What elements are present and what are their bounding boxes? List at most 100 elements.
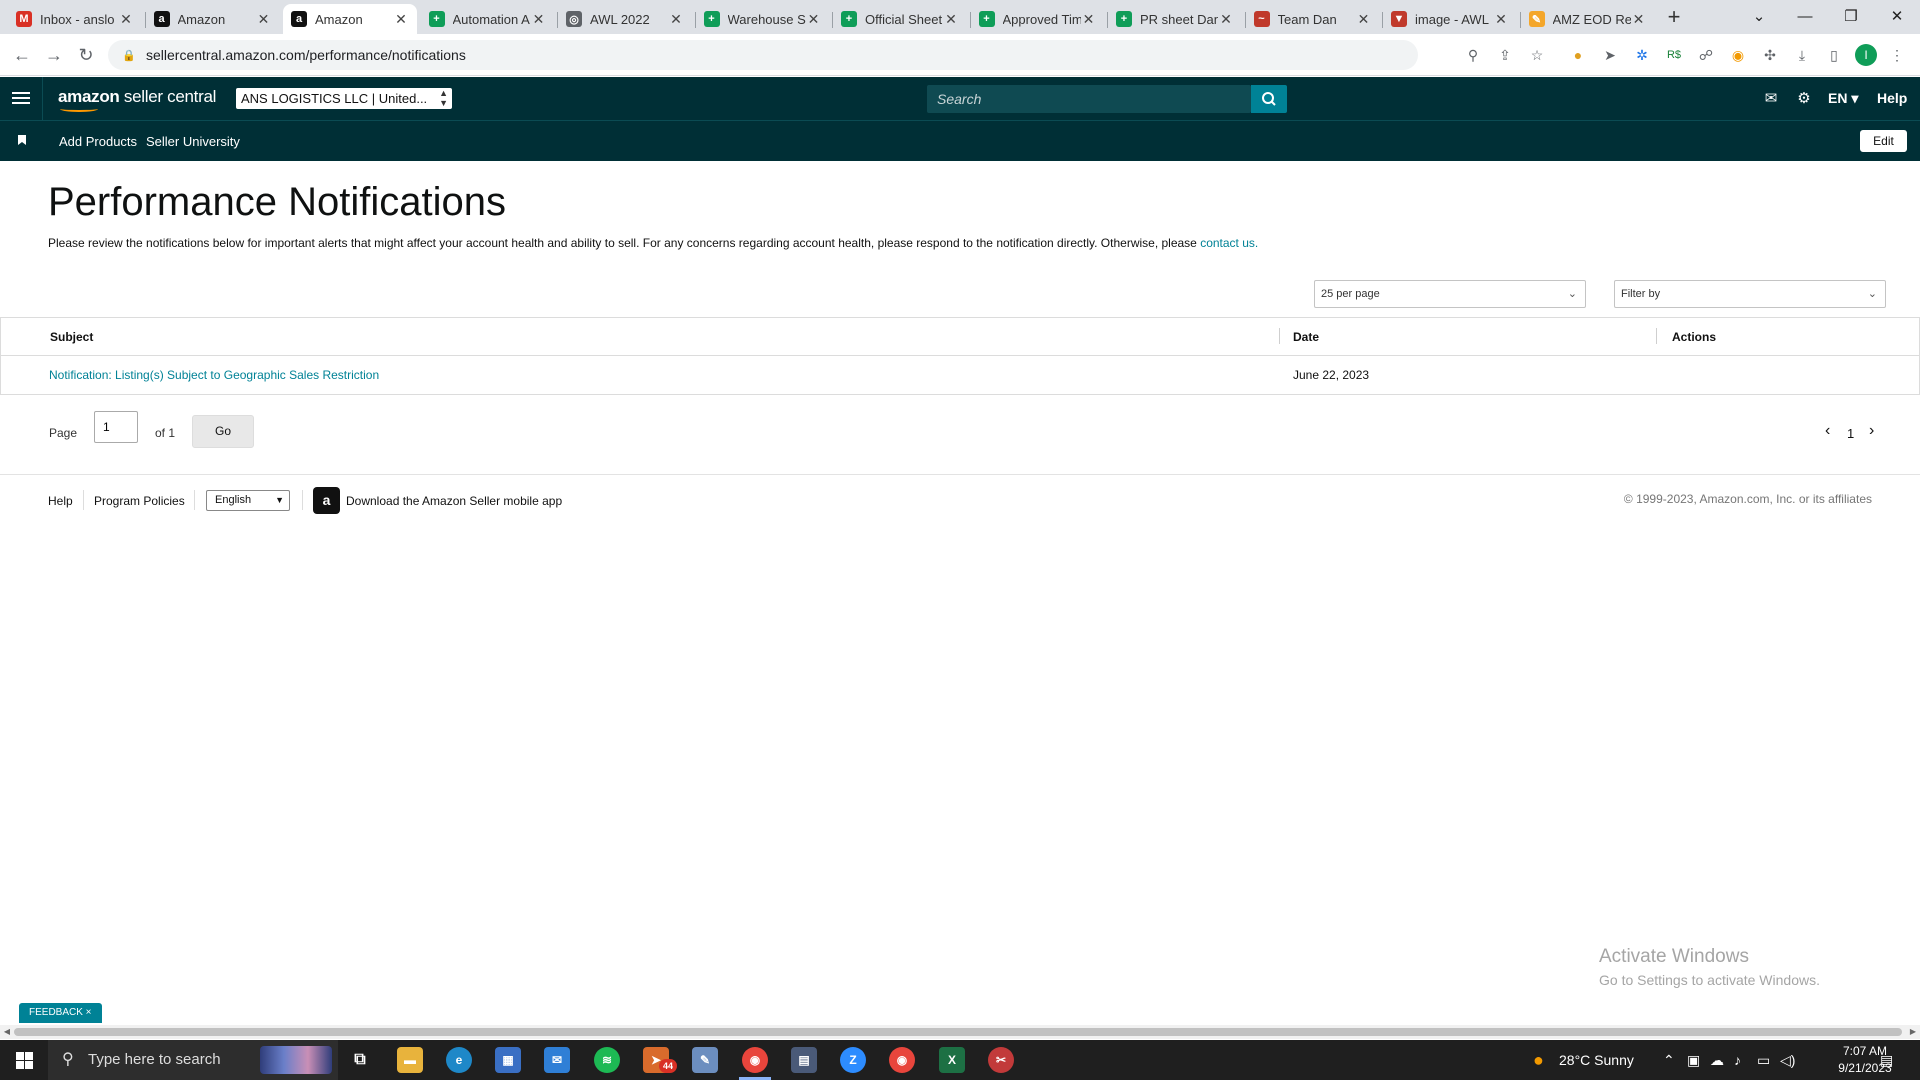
previous-page-icon[interactable]: ‹ bbox=[1825, 422, 1830, 440]
extension-honey-icon[interactable]: ● bbox=[1567, 44, 1589, 66]
close-tab-icon[interactable]: ✕ bbox=[1493, 11, 1509, 28]
edge-browser-icon[interactable]: e bbox=[446, 1047, 472, 1073]
excel-icon[interactable]: X bbox=[939, 1047, 965, 1073]
notes-app-icon[interactable]: ✎ bbox=[692, 1047, 718, 1073]
contact-us-link[interactable]: contact us. bbox=[1200, 236, 1258, 250]
volume-icon[interactable]: ◁) bbox=[1780, 1040, 1795, 1080]
browser-tab[interactable]: ~ Team Dan ✕ bbox=[1246, 4, 1380, 34]
device-icon[interactable]: ▣ bbox=[1687, 1040, 1700, 1080]
weather-text[interactable]: 28°C Sunny bbox=[1559, 1040, 1634, 1080]
download-app-link[interactable]: Download the Amazon Seller mobile app bbox=[346, 494, 562, 508]
new-tab-button[interactable]: + bbox=[1662, 6, 1686, 30]
footer-help-link[interactable]: Help bbox=[48, 494, 73, 508]
help-link[interactable]: Help bbox=[1877, 90, 1907, 106]
microphone-icon[interactable]: ♪ bbox=[1734, 1040, 1741, 1080]
search-button[interactable] bbox=[1251, 85, 1287, 113]
minimize-button[interactable]: — bbox=[1782, 4, 1828, 30]
close-tab-icon[interactable]: ✕ bbox=[118, 11, 134, 28]
close-tab-icon[interactable]: ✕ bbox=[1631, 11, 1647, 28]
chrome-menu-icon[interactable]: ⋮ bbox=[1886, 44, 1908, 66]
next-page-icon[interactable]: › bbox=[1869, 422, 1874, 440]
page-number-input[interactable] bbox=[94, 411, 138, 443]
notifications-icon[interactable]: ▤ bbox=[1880, 1040, 1893, 1080]
zoom-icon[interactable]: ⚲ bbox=[1462, 44, 1484, 66]
windows-start-icon[interactable] bbox=[16, 1052, 33, 1069]
extension-arrow-icon[interactable]: ➤ bbox=[1599, 44, 1621, 66]
column-header-date[interactable]: Date bbox=[1293, 330, 1319, 344]
scroll-left-icon[interactable]: ◀ bbox=[0, 1025, 14, 1039]
show-hidden-icons-icon[interactable]: ⌃ bbox=[1663, 1040, 1675, 1080]
browser-tab[interactable]: + Automation A ✕ bbox=[421, 4, 555, 34]
footer-program-policies-link[interactable]: Program Policies bbox=[94, 494, 185, 508]
microsoft-store-icon[interactable]: ▦ bbox=[495, 1047, 521, 1073]
browser-tab[interactable]: ✎ AMZ EOD Re ✕ bbox=[1521, 4, 1655, 34]
close-tab-icon[interactable]: ✕ bbox=[1218, 11, 1234, 28]
nav-link-add-products[interactable]: Add Products bbox=[59, 134, 137, 149]
extension-orange-icon[interactable]: ◉ bbox=[1727, 44, 1749, 66]
close-window-button[interactable]: ✕ bbox=[1874, 4, 1920, 30]
chrome-icon[interactable]: ◉ bbox=[742, 1047, 768, 1073]
browser-tab[interactable]: a Amazon ✕ bbox=[283, 4, 417, 34]
weather-icon[interactable]: ● bbox=[1533, 1040, 1544, 1080]
seller-central-logo[interactable]: amazon seller central bbox=[58, 87, 216, 112]
horizontal-scrollbar[interactable]: ◀ ▶ bbox=[0, 1025, 1920, 1039]
extension-rs-icon[interactable]: R$ bbox=[1663, 44, 1685, 66]
restore-button[interactable]: ❐ bbox=[1828, 4, 1874, 30]
close-tab-icon[interactable]: ✕ bbox=[393, 11, 409, 28]
feedback-button[interactable]: FEEDBACK × bbox=[19, 1003, 102, 1023]
profile-avatar[interactable]: I bbox=[1855, 44, 1877, 66]
share-icon[interactable]: ⇪ bbox=[1494, 44, 1516, 66]
close-tab-icon[interactable]: ✕ bbox=[531, 11, 547, 28]
close-tab-icon[interactable]: ✕ bbox=[256, 11, 272, 28]
column-header-subject[interactable]: Subject bbox=[50, 330, 93, 344]
browser-tab[interactable]: + PR sheet Dan ✕ bbox=[1108, 4, 1242, 34]
extension-swirl-icon[interactable]: ☍ bbox=[1695, 44, 1717, 66]
close-tab-icon[interactable]: ✕ bbox=[1356, 11, 1372, 28]
calculator-icon[interactable]: ▤ bbox=[791, 1047, 817, 1073]
browser-tab[interactable]: a Amazon ✕ bbox=[146, 4, 280, 34]
mail-app-icon[interactable]: ✉ bbox=[544, 1047, 570, 1073]
account-switcher[interactable]: ANS LOGISTICS LLC | United... ▲ ▼ bbox=[236, 88, 452, 109]
browser-tab[interactable]: ◎ AWL 2022 ✕ bbox=[558, 4, 692, 34]
extensions-puzzle-icon[interactable]: ✣ bbox=[1759, 44, 1781, 66]
download-icon[interactable]: ⤓ bbox=[1791, 44, 1813, 66]
footer-language-select[interactable]: English ▼ bbox=[206, 490, 290, 511]
address-bar[interactable]: 🔒 sellercentral.amazon.com/performance/n… bbox=[108, 40, 1418, 70]
seller-app-icon[interactable]: a bbox=[313, 487, 340, 514]
seller-search-input[interactable]: Search bbox=[927, 85, 1251, 113]
forward-button[interactable]: → bbox=[42, 43, 66, 67]
back-button[interactable]: ← bbox=[10, 43, 34, 67]
scrollbar-thumb[interactable] bbox=[14, 1028, 1902, 1036]
bookmark-star-icon[interactable]: ☆ bbox=[1526, 44, 1548, 66]
filter-by-select[interactable]: Filter by ⌄ bbox=[1614, 280, 1886, 308]
settings-gear-icon[interactable]: ⚙ bbox=[1795, 90, 1813, 108]
browser-tab[interactable]: ▼ image - AWL ✕ bbox=[1383, 4, 1517, 34]
hamburger-menu-icon[interactable] bbox=[12, 89, 30, 107]
reload-button[interactable]: ↻ bbox=[74, 43, 98, 67]
nav-link-seller-university[interactable]: Seller University bbox=[146, 134, 240, 149]
go-button[interactable]: Go bbox=[192, 415, 254, 448]
scroll-right-icon[interactable]: ▶ bbox=[1906, 1025, 1920, 1039]
per-page-select[interactable]: 25 per page ⌄ bbox=[1314, 280, 1586, 308]
file-explorer-icon[interactable]: ▬ bbox=[397, 1047, 423, 1073]
browser-tab[interactable]: + Official Sheet ✕ bbox=[833, 4, 967, 34]
page-number-link[interactable]: 1 bbox=[1847, 426, 1854, 441]
close-tab-icon[interactable]: ✕ bbox=[668, 11, 684, 28]
browser-tab[interactable]: + Warehouse Sh ✕ bbox=[696, 4, 830, 34]
close-tab-icon[interactable]: ✕ bbox=[943, 11, 959, 28]
onedrive-icon[interactable]: ☁ bbox=[1710, 1040, 1724, 1080]
extension-gear-icon[interactable]: ✲ bbox=[1631, 44, 1653, 66]
tab-search-button[interactable]: ⌄ bbox=[1736, 4, 1782, 30]
network-icon[interactable]: ▭ bbox=[1757, 1040, 1770, 1080]
snipping-tool-icon[interactable]: ✂ bbox=[988, 1047, 1014, 1073]
bookmark-icon[interactable] bbox=[18, 135, 26, 145]
close-tab-icon[interactable]: ✕ bbox=[806, 11, 822, 28]
browser-tab[interactable]: M Inbox - anslo ✕ bbox=[8, 4, 142, 34]
notification-subject-link[interactable]: Notification: Listing(s) Subject to Geog… bbox=[49, 368, 379, 382]
language-selector[interactable]: EN ▾ bbox=[1828, 90, 1858, 107]
side-panel-icon[interactable]: ▯ bbox=[1823, 44, 1845, 66]
task-view-icon[interactable]: ⧉ bbox=[347, 1047, 373, 1073]
mail-icon[interactable]: ✉ bbox=[1762, 90, 1780, 108]
chrome-profile-icon[interactable]: ◉ bbox=[889, 1047, 915, 1073]
spotify-icon[interactable]: ≋ bbox=[594, 1047, 620, 1073]
